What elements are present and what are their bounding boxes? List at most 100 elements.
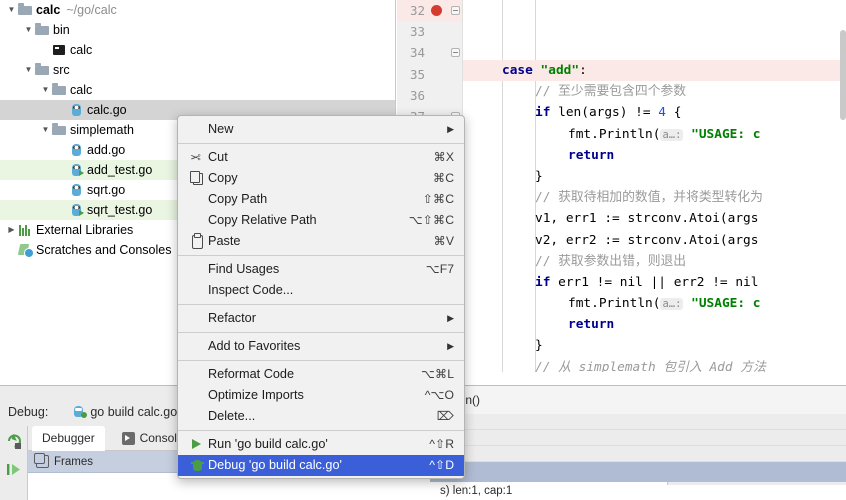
code-token: } bbox=[535, 168, 543, 184]
menu-item-icon-spacer bbox=[188, 385, 208, 406]
menu-item[interactable]: Paste ⌘V bbox=[178, 231, 464, 252]
gutter-line[interactable]: 34 bbox=[397, 42, 462, 63]
debugger-tab-debugger[interactable]: Debugger bbox=[32, 426, 105, 451]
code-token: v1, err1 := strconv.Atoi(args bbox=[535, 211, 759, 227]
code-line[interactable]: // 从 simplemath 包引入 Add 方法 bbox=[463, 357, 846, 372]
code-line[interactable]: // 获取参数出错，则退出 bbox=[463, 251, 846, 272]
menu-item-shortcut: ^⌥O bbox=[424, 388, 454, 402]
debug-config-name[interactable]: go build calc.go bbox=[90, 405, 177, 419]
variables-main-frame[interactable]: main() bbox=[430, 386, 846, 414]
tree-row[interactable]: calc bbox=[0, 80, 395, 100]
resume-program-icon[interactable] bbox=[5, 460, 24, 479]
code-line[interactable]: if len(args) != 4 { bbox=[463, 102, 846, 123]
tree-row[interactable]: calc ~/go/calc bbox=[0, 0, 395, 20]
gutter-line[interactable]: 36 bbox=[397, 85, 462, 106]
binary-icon bbox=[51, 40, 68, 60]
variables-row[interactable] bbox=[430, 430, 846, 446]
tree-twisty-open-icon[interactable] bbox=[40, 120, 51, 140]
code-line[interactable]: v1, err1 := strconv.Atoi(args bbox=[463, 208, 846, 229]
menu-item[interactable]: Run 'go build calc.go' ^⇧R bbox=[178, 434, 464, 455]
menu-item[interactable]: Add to Favorites ▶ bbox=[178, 336, 464, 357]
variables-selected-row[interactable] bbox=[430, 462, 846, 482]
code-line[interactable]: if err1 != nil || err2 != nil bbox=[463, 272, 846, 293]
menu-item[interactable]: Cut ⌘X bbox=[178, 147, 464, 168]
menu-separator bbox=[178, 360, 464, 361]
code-token: if bbox=[535, 105, 551, 121]
ide-window: calc~/go/calcbincalcsrccalccalc.gosimple… bbox=[0, 0, 846, 500]
menu-item[interactable]: Copy Path ⇧⌘C bbox=[178, 189, 464, 210]
debug-icon bbox=[188, 455, 208, 476]
code-line[interactable]: return bbox=[463, 314, 846, 335]
debugger-tab-label: Debugger bbox=[42, 431, 95, 445]
folder-icon bbox=[34, 20, 51, 40]
run-marker-icon bbox=[79, 210, 84, 216]
folder-icon bbox=[51, 120, 68, 140]
gutter-line[interactable]: 32 bbox=[397, 0, 462, 22]
tree-row[interactable]: bin bbox=[0, 20, 395, 40]
menu-item[interactable]: Inspect Code... bbox=[178, 280, 464, 301]
copy-icon bbox=[188, 168, 208, 189]
menu-separator bbox=[178, 143, 464, 144]
tree-row[interactable]: calc bbox=[0, 40, 395, 60]
variables-row[interactable] bbox=[430, 446, 846, 462]
menu-item-label: Add to Favorites bbox=[208, 339, 301, 353]
code-line[interactable]: } bbox=[463, 335, 846, 356]
frames-title: Frames bbox=[54, 455, 93, 468]
menu-item[interactable]: Optimize Imports ^⌥O bbox=[178, 385, 464, 406]
rerun-icon[interactable] bbox=[5, 432, 24, 451]
context-menu[interactable]: New ▶ Cut ⌘X Copy ⌘C Copy Path ⇧⌘C Copy Relative… bbox=[177, 115, 465, 479]
code-fold-icon[interactable] bbox=[451, 48, 460, 58]
code-line[interactable]: // 至少需要包含四个参数 bbox=[463, 81, 846, 102]
variables-row[interactable] bbox=[430, 414, 846, 430]
code-line[interactable]: fmt.Println(a…: "USAGE: c bbox=[463, 293, 846, 314]
menu-item-label: Optimize Imports bbox=[208, 388, 304, 402]
menu-item-icon-spacer bbox=[188, 364, 208, 385]
editor-code-area[interactable]: case "add": // 至少需要包含四个参数 if len(args) != … bbox=[463, 0, 846, 372]
gutter-line[interactable]: 33 bbox=[397, 21, 462, 42]
code-line[interactable]: return bbox=[463, 145, 846, 166]
gutter-line[interactable]: 35 bbox=[397, 64, 462, 85]
bar-icon bbox=[25, 225, 27, 236]
tree-twisty-open-icon[interactable] bbox=[6, 0, 17, 20]
debug-label: Debug: bbox=[8, 405, 49, 419]
menu-item-icon-spacer bbox=[188, 210, 208, 231]
menu-item-label: Run 'go build calc.go' bbox=[208, 437, 328, 451]
tree-twisty-open-icon[interactable] bbox=[40, 80, 51, 100]
tree-twisty-closed-icon[interactable] bbox=[6, 220, 17, 240]
go-test-icon bbox=[68, 200, 85, 220]
code-line[interactable]: fmt.Println(a…: "USAGE: c bbox=[463, 124, 846, 145]
menu-item[interactable]: Find Usages ⌥F7 bbox=[178, 259, 464, 280]
code-fold-icon[interactable] bbox=[451, 6, 460, 15]
code-token: "USAGE: c bbox=[691, 126, 761, 142]
go-file-icon bbox=[68, 140, 85, 160]
menu-item[interactable]: Copy ⌘C bbox=[178, 168, 464, 189]
console-icon bbox=[121, 432, 135, 445]
tree-twisty-open-icon[interactable] bbox=[23, 60, 34, 80]
menu-separator bbox=[178, 304, 464, 305]
debugger-side-toolbar[interactable] bbox=[0, 426, 28, 500]
folder-icon bbox=[51, 80, 68, 100]
editor-scrollbar-thumb[interactable] bbox=[840, 30, 846, 120]
tree-row-label: bin bbox=[53, 23, 70, 37]
menu-item[interactable]: Refactor ▶ bbox=[178, 308, 464, 329]
menu-item[interactable]: New ▶ bbox=[178, 119, 464, 140]
breakpoint-icon[interactable] bbox=[431, 5, 442, 16]
tree-twisty-open-icon[interactable] bbox=[23, 20, 34, 40]
menu-item-shortcut: ⇧⌘C bbox=[422, 192, 454, 206]
bar-icon bbox=[19, 225, 21, 236]
menu-item[interactable]: Debug 'go build calc.go' ^⇧D bbox=[178, 455, 464, 476]
menu-item[interactable]: Copy Relative Path ⌥⇧⌘C bbox=[178, 210, 464, 231]
variables-pane[interactable]: main() s) len:1, cap:1 bbox=[430, 386, 846, 500]
code-line[interactable]: } bbox=[463, 166, 846, 187]
tree-row[interactable]: src bbox=[0, 60, 395, 80]
menu-item[interactable]: Reformat Code ⌥⌘L bbox=[178, 364, 464, 385]
menu-item-label: Find Usages bbox=[208, 262, 280, 276]
code-line[interactable]: case "add": bbox=[463, 60, 846, 82]
code-line[interactable]: // 获取待相加的数值，并将类型转化为 bbox=[463, 187, 846, 208]
menu-item-shortcut: ⌥⇧⌘C bbox=[408, 213, 454, 227]
variables-rows[interactable] bbox=[430, 414, 846, 462]
variables-bottom-text: s) len:1, cap:1 bbox=[430, 485, 846, 500]
code-line[interactable]: v2, err2 := strconv.Atoi(args bbox=[463, 230, 846, 251]
menu-item[interactable]: Delete... ⌦ bbox=[178, 406, 464, 427]
